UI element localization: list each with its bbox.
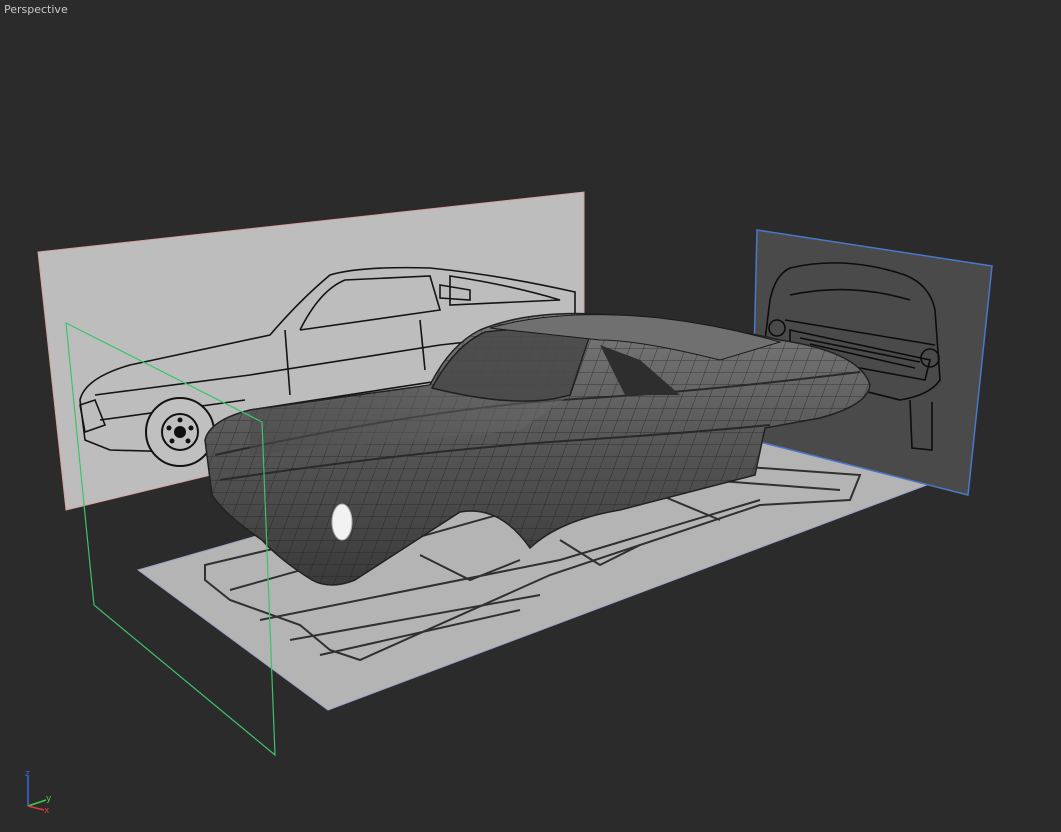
- perspective-viewport[interactable]: Perspective z y x: [0, 0, 1061, 832]
- headlight: [331, 503, 353, 541]
- z-axis-label: z: [25, 769, 30, 779]
- x-axis-label: x: [44, 806, 50, 814]
- axis-gizmo: z y x: [25, 769, 52, 814]
- y-axis-label: y: [46, 794, 52, 804]
- x-axis-line: [27, 805, 45, 811]
- scene-canvas[interactable]: [0, 0, 1061, 832]
- side-plane-wheel: [145, 397, 215, 467]
